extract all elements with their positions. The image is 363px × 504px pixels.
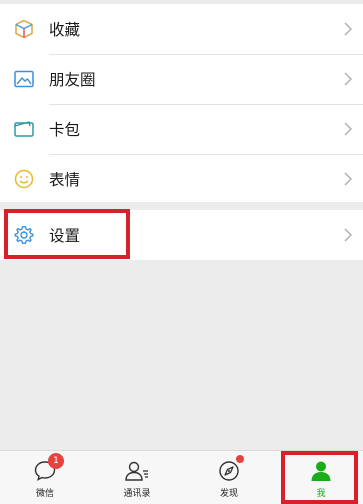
chevron-right-icon bbox=[344, 22, 353, 36]
menu-item-settings[interactable]: 设置 bbox=[0, 210, 363, 260]
chat-bubble-icon: 1 bbox=[30, 453, 64, 485]
sticker-smiley-icon bbox=[13, 168, 35, 190]
tab-label: 发现 bbox=[219, 489, 238, 499]
menu-item-moments[interactable]: 朋友圈 bbox=[0, 54, 363, 104]
tab-chats[interactable]: 1 微信 bbox=[0, 451, 90, 504]
chevron-right-icon bbox=[344, 122, 353, 136]
unread-badge: 1 bbox=[48, 453, 64, 469]
chevron-right-icon bbox=[344, 228, 353, 242]
person-icon bbox=[306, 457, 336, 485]
contacts-icon bbox=[122, 457, 152, 485]
tab-discover[interactable]: 发现 bbox=[184, 451, 274, 504]
chevron-right-icon bbox=[344, 72, 353, 86]
menu-item-label: 卡包 bbox=[49, 121, 81, 139]
tab-label: 微信 bbox=[35, 489, 54, 499]
menu-group-settings: 设置 bbox=[0, 210, 363, 260]
gear-icon bbox=[13, 224, 35, 246]
chevron-right-icon bbox=[344, 172, 353, 186]
menu-item-label: 设置 bbox=[49, 227, 81, 245]
card-wallet-icon bbox=[13, 118, 35, 140]
menu-item-label: 朋友圈 bbox=[49, 71, 96, 89]
tab-contacts[interactable]: 通讯录 bbox=[92, 451, 182, 504]
menu-item-card-wallet[interactable]: 卡包 bbox=[0, 104, 363, 154]
favorites-cube-icon bbox=[13, 18, 35, 40]
tab-me[interactable]: 我 bbox=[276, 451, 363, 504]
tab-label: 我 bbox=[316, 489, 326, 499]
menu-item-label: 收藏 bbox=[49, 21, 81, 39]
new-dot-indicator bbox=[236, 455, 244, 463]
tab-label: 通讯录 bbox=[123, 489, 151, 499]
menu-item-stickers[interactable]: 表情 bbox=[0, 154, 363, 204]
compass-icon bbox=[214, 455, 244, 485]
menu-item-favorites[interactable]: 收藏 bbox=[0, 4, 363, 54]
menu-item-label: 表情 bbox=[49, 171, 81, 189]
moments-image-icon bbox=[13, 68, 35, 90]
menu-group-main: 收藏 朋友圈 卡包 表情 bbox=[0, 4, 363, 202]
bottom-tab-bar: 1 微信 通讯录 发现 我 bbox=[0, 450, 363, 504]
